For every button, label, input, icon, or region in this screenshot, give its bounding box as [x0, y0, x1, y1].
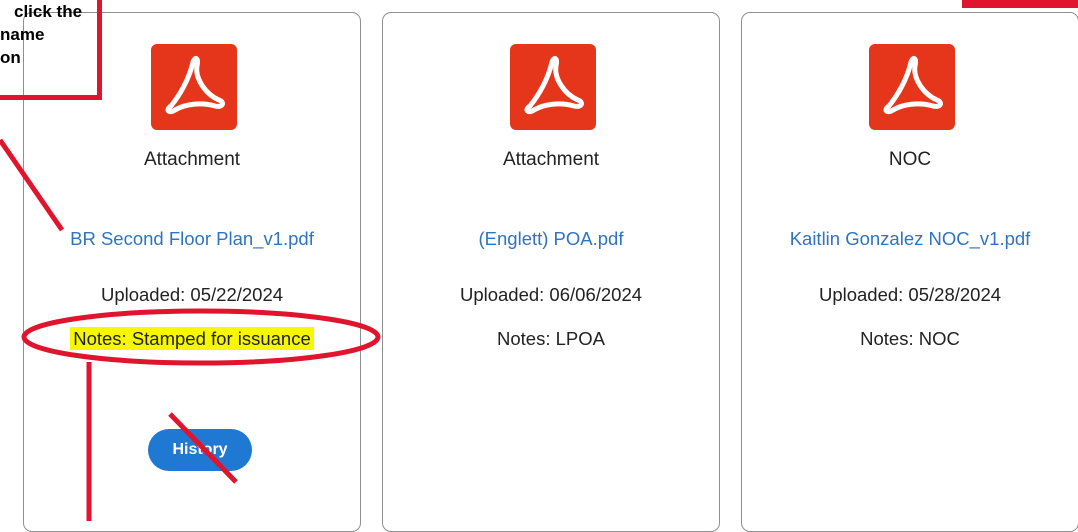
- callout-line: click the: [14, 2, 83, 21]
- notes-text: Notes: Stamped for issuance: [24, 327, 360, 350]
- acrobat-pdf-icon[interactable]: [151, 44, 237, 130]
- notes-text: Notes: LPOA: [497, 328, 605, 349]
- uploaded-date: Uploaded: 05/28/2024: [818, 284, 1002, 305]
- annotation-edge-mark: [962, 0, 1078, 8]
- document-type-label: Attachment: [502, 149, 600, 170]
- history-button[interactable]: History: [148, 429, 252, 471]
- file-name-link[interactable]: (Englett) POA.pdf: [383, 228, 719, 250]
- document-type-label: Attachment: [143, 149, 241, 170]
- callout-line: on: [0, 48, 21, 67]
- acrobat-pdf-icon[interactable]: [869, 44, 955, 130]
- document-type-label: NOC: [888, 149, 932, 170]
- file-name-link[interactable]: BR Second Floor Plan_v1.pdf: [24, 228, 360, 250]
- notes-highlight: Notes: Stamped for issuance: [70, 327, 314, 350]
- uploaded-date: Uploaded: 05/22/2024: [100, 284, 284, 305]
- notes-text: Notes: NOC: [860, 328, 960, 349]
- file-name-link[interactable]: Kaitlin Gonzalez NOC_v1.pdf: [742, 228, 1078, 250]
- uploaded-date: Uploaded: 06/06/2024: [459, 284, 643, 305]
- attachment-card: Attachment (Englett) POA.pdf Uploaded: 0…: [382, 12, 720, 532]
- callout-line: name: [0, 25, 45, 44]
- annotation-callout-text: click the name on: [0, 0, 82, 69]
- attachment-card: NOC Kaitlin Gonzalez NOC_v1.pdf Uploaded…: [741, 12, 1078, 532]
- acrobat-pdf-icon[interactable]: [510, 44, 596, 130]
